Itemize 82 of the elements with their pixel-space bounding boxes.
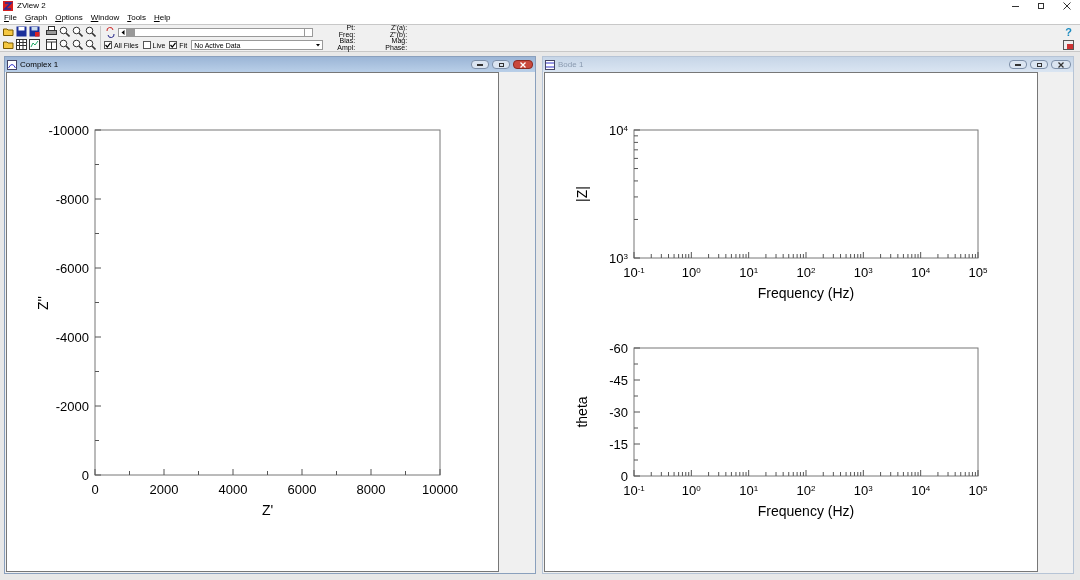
y-tick-label: -60 [609,341,628,355]
x-tick-label: 10000 [421,483,459,496]
x-tick-label: 10$^{0}$ [681,484,701,497]
minimize-button[interactable] [471,60,489,69]
x-tick-label: 10$^{2}$ [796,484,816,497]
x-tick-label: 10$^{1}$ [739,266,759,279]
x-tick-label: 10$^{5}$ [968,266,988,279]
y-axis-title: theta [575,396,589,428]
menu-item[interactable]: Graph [24,14,48,22]
x-tick-label: 10$^{3}$ [853,484,873,497]
y-tick-label: -30 [609,405,628,419]
y-axis-title: Z'' [36,295,50,310]
x-tick-label: 4000 [218,483,248,496]
x-tick-label: 10$^{2}$ [796,266,816,279]
y-tick-label: 0 [620,469,628,483]
x-tick-label: 10$^{-1}$ [623,484,645,497]
x-tick-label: 10$^{-1}$ [623,266,645,279]
restore-button[interactable] [492,60,510,69]
y-axis-title: |Z| [575,186,589,202]
zoom-icon[interactable] [84,38,96,51]
left-arrow-icon [120,29,125,35]
x-axis-title: Z' [261,503,274,517]
close-icon [520,61,526,68]
menu-item[interactable]: Tools [127,14,146,22]
scroll-bar[interactable] [118,27,313,37]
save-icon[interactable] [28,25,40,38]
checkbox[interactable] [169,41,178,49]
restore-button[interactable] [1030,60,1048,69]
child-window-title: Complex 1 [20,60,59,69]
zoom-icon[interactable] [71,25,83,38]
y-tick-label: 0 [81,468,89,482]
zoom-out-icon[interactable] [71,38,83,51]
close-icon [1058,61,1064,68]
scroll-thumb[interactable] [127,28,135,36]
menu-item[interactable]: File [4,14,17,22]
x-tick-label: 10$^{0}$ [681,266,701,279]
table-icon[interactable] [45,38,57,51]
y-tick-label: -2000 [55,399,89,413]
x-tick-label: 10$^{3}$ [853,266,873,279]
chart-icon [7,59,17,70]
y-tick-label: -4000 [55,330,89,344]
x-tick-label: 8000 [356,483,386,496]
grid-icon[interactable] [15,38,27,51]
y-tick-label: -8000 [55,192,89,206]
y-tick-label: -45 [609,373,628,387]
save-icon[interactable] [15,25,27,38]
print-icon[interactable] [45,25,57,38]
window-title: ZView 2 [17,2,46,10]
refresh-icon[interactable] [104,26,116,38]
x-axis-title: Frequency (Hz) [757,504,855,518]
x-tick-label: 10$^{4}$ [911,266,931,279]
close-button[interactable] [1051,60,1071,69]
checkbox[interactable] [142,41,151,49]
folder-icon[interactable] [2,25,14,38]
y-tick-label: 10$^{3}$ [609,251,628,265]
y-tick-label: -6000 [55,261,89,275]
menu-item[interactable]: Help [153,14,171,22]
child-window-title: Bode 1 [558,60,584,69]
x-axis-title: Frequency (Hz) [757,286,855,300]
zoom-icon[interactable] [84,25,96,38]
menu-item[interactable]: Window [90,14,120,22]
close-icon [1063,2,1071,10]
dropdown-arrow-icon [314,41,323,49]
close-button[interactable] [513,60,533,69]
y-tick-label: -10000 [48,123,89,137]
menu-item[interactable]: Options [55,14,83,22]
y-tick-label: 10$^{4}$ [609,123,628,137]
x-tick-label: 10$^{1}$ [739,484,759,497]
minimize-button[interactable] [1009,60,1027,69]
chart-icon [545,59,555,70]
app-logo-icon [3,1,13,11]
chart-icon[interactable] [28,38,40,51]
x-tick-label: 10$^{5}$ [968,484,988,497]
x-tick-label: 10$^{4}$ [911,484,931,497]
zoom-in-icon[interactable] [58,38,70,51]
folder-icon[interactable] [2,38,14,51]
zoom-icon[interactable] [58,25,70,38]
x-tick-label: 2000 [149,483,179,496]
x-tick-label: 0 [91,483,99,496]
x-tick-label: 6000 [287,483,317,496]
y-tick-label: -15 [609,437,628,451]
checkbox[interactable] [104,41,112,49]
